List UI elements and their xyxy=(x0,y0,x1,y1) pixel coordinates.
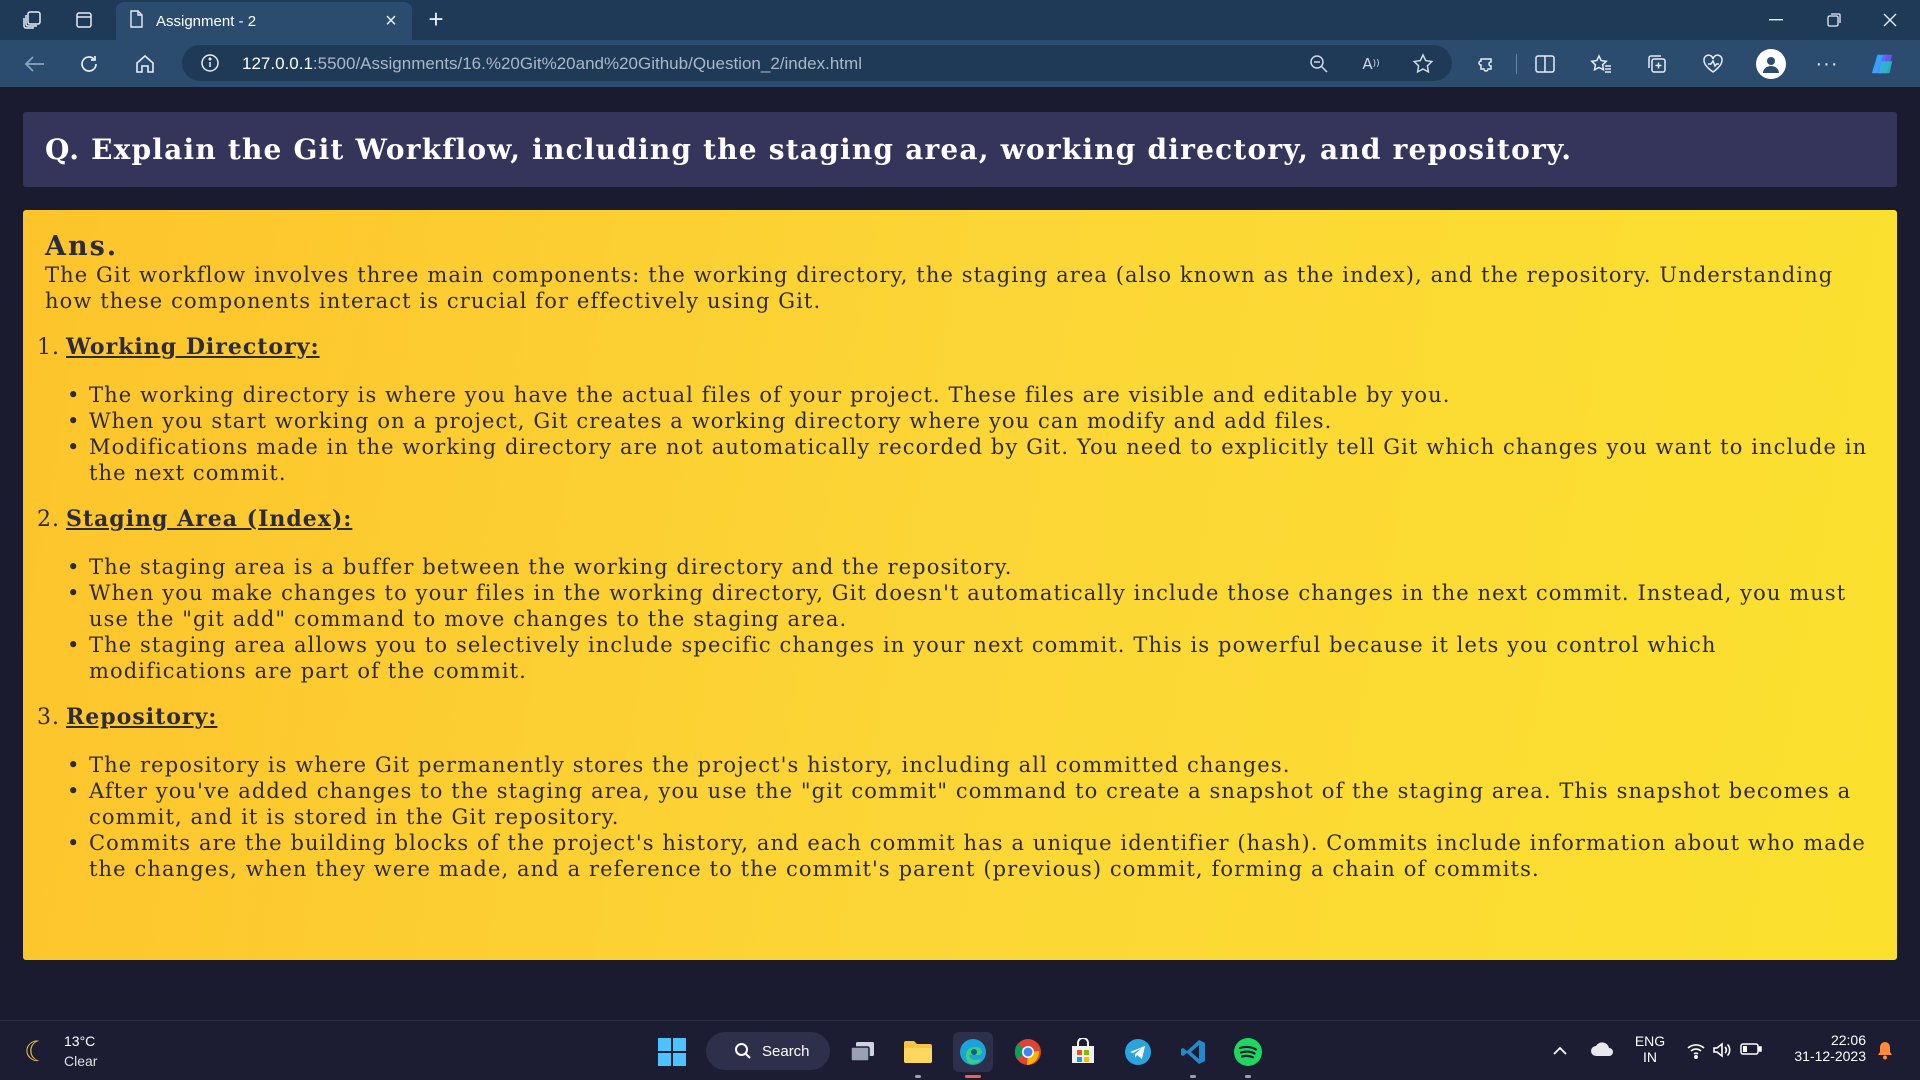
minimize-button[interactable] xyxy=(1756,6,1796,34)
section-points: The working directory is where you have … xyxy=(45,382,1875,486)
moon-icon[interactable]: ☾ xyxy=(24,1035,49,1068)
section-staging-area: 2.Staging Area (Index): The staging area… xyxy=(37,506,1875,684)
url-text[interactable]: 127.0.0.1:5500/Assignments/16.%20Git%20a… xyxy=(242,54,862,74)
clock-time: 22:06 xyxy=(1830,1032,1866,1048)
profile-avatar[interactable] xyxy=(1756,49,1786,79)
list-item: The working directory is where you have … xyxy=(45,382,1875,408)
windows-taskbar: ☾ 13°C Clear Search ENG IN 22:06 31-12-2… xyxy=(0,1020,1920,1080)
list-item: The repository is where Git permanently … xyxy=(45,752,1875,778)
answer-label: Ans. xyxy=(45,231,119,262)
zoom-icon[interactable] xyxy=(1308,54,1330,74)
browser-toolbar: 127.0.0.1:5500/Assignments/16.%20Git%20a… xyxy=(0,40,1920,87)
clock[interactable]: 22:06 31-12-2023 xyxy=(1780,1032,1866,1064)
list-item: The staging area is a buffer between the… xyxy=(45,554,1875,580)
workspaces-icon[interactable] xyxy=(20,8,44,32)
section-repository: 3.Repository: The repository is where Gi… xyxy=(37,704,1875,882)
section-heading: 3. Repository: xyxy=(37,704,218,730)
split-screen-icon[interactable] xyxy=(1532,51,1558,77)
more-options-icon[interactable]: ··· xyxy=(1814,51,1840,77)
spotify-icon[interactable] xyxy=(1228,1032,1268,1078)
battery-icon[interactable] xyxy=(1740,1042,1762,1061)
copilot-icon[interactable] xyxy=(1870,51,1896,77)
tab-actions-icon[interactable] xyxy=(72,8,96,32)
intro-paragraph: The Git workflow involves three main com… xyxy=(45,263,1834,313)
list-item: After you've added changes to the stagin… xyxy=(45,778,1875,830)
weather-temperature[interactable]: 13°C xyxy=(64,1033,95,1049)
weather-condition[interactable]: Clear xyxy=(64,1053,97,1069)
onedrive-icon[interactable] xyxy=(1590,1041,1614,1062)
question-heading: Q. Explain the Git Workflow, including t… xyxy=(45,133,1573,166)
task-view-icon[interactable] xyxy=(843,1032,883,1072)
toolbar-divider xyxy=(1516,54,1517,74)
address-bar[interactable]: 127.0.0.1:5500/Assignments/16.%20Git%20a… xyxy=(182,45,1452,81)
list-item: When you make changes to your files in t… xyxy=(45,580,1875,632)
vscode-icon[interactable] xyxy=(1173,1032,1213,1078)
list-item: Modifications made in the working direct… xyxy=(45,434,1875,486)
file-explorer-icon[interactable] xyxy=(898,1032,938,1078)
tab-title: Assignment - 2 xyxy=(156,12,257,30)
new-tab-button[interactable]: + xyxy=(422,6,450,32)
running-indicator xyxy=(1245,1075,1251,1078)
chevron-up-icon[interactable] xyxy=(1552,1043,1568,1061)
extensions-icon[interactable] xyxy=(1474,51,1500,77)
answer-box: Ans. The Git workflow involves three mai… xyxy=(23,210,1897,960)
section-points: The repository is where Git permanently … xyxy=(45,752,1875,882)
page-icon xyxy=(128,9,144,33)
collections-icon[interactable] xyxy=(1644,51,1670,77)
list-item: When you start working on a project, Git… xyxy=(45,408,1875,434)
telegram-icon[interactable] xyxy=(1118,1032,1158,1072)
close-window-button[interactable] xyxy=(1870,6,1910,34)
section-points: The staging area is a buffer between the… xyxy=(45,554,1875,684)
question-box: Q. Explain the Git Workflow, including t… xyxy=(23,112,1897,187)
read-aloud-icon[interactable]: A)) xyxy=(1360,54,1382,74)
favorites-icon[interactable] xyxy=(1588,51,1614,77)
site-info-icon[interactable] xyxy=(200,53,220,78)
running-indicator xyxy=(915,1075,921,1078)
section-working-directory: 1.Working Directory: The working directo… xyxy=(37,334,1875,486)
refresh-icon[interactable] xyxy=(76,51,102,77)
section-heading: 1. Working Directory: xyxy=(37,334,320,360)
clock-date: 31-12-2023 xyxy=(1794,1048,1866,1064)
wifi-icon[interactable] xyxy=(1686,1041,1706,1064)
microsoft-store-icon[interactable] xyxy=(1063,1032,1103,1072)
home-icon[interactable] xyxy=(132,51,158,77)
tab-assignment[interactable]: Assignment - 2 × xyxy=(116,2,412,40)
list-item: The staging area allows you to selective… xyxy=(45,632,1875,684)
language-indicator[interactable]: ENG IN xyxy=(1630,1033,1670,1065)
start-button[interactable] xyxy=(652,1032,692,1072)
page-viewport: Q. Explain the Git Workflow, including t… xyxy=(0,87,1920,1020)
taskbar-search[interactable]: Search xyxy=(706,1032,830,1070)
browser-tab-bar: Assignment - 2 × + xyxy=(0,0,1920,40)
search-icon xyxy=(735,1043,751,1059)
search-label: Search xyxy=(762,1042,810,1060)
close-tab-icon[interactable]: × xyxy=(382,10,400,33)
active-indicator xyxy=(965,1075,981,1078)
volume-icon[interactable] xyxy=(1712,1041,1732,1064)
notification-bell-icon[interactable] xyxy=(1876,1040,1894,1065)
restore-button[interactable] xyxy=(1814,6,1854,34)
back-icon[interactable] xyxy=(22,51,48,77)
section-heading: 2. Staging Area (Index): xyxy=(37,506,353,532)
chrome-icon[interactable] xyxy=(1008,1032,1048,1072)
list-item: Commits are the building blocks of the p… xyxy=(45,830,1875,882)
favorite-star-icon[interactable] xyxy=(1412,53,1434,74)
edge-icon[interactable] xyxy=(953,1032,993,1078)
browser-essentials-icon[interactable] xyxy=(1700,51,1726,77)
running-indicator xyxy=(1190,1075,1196,1078)
